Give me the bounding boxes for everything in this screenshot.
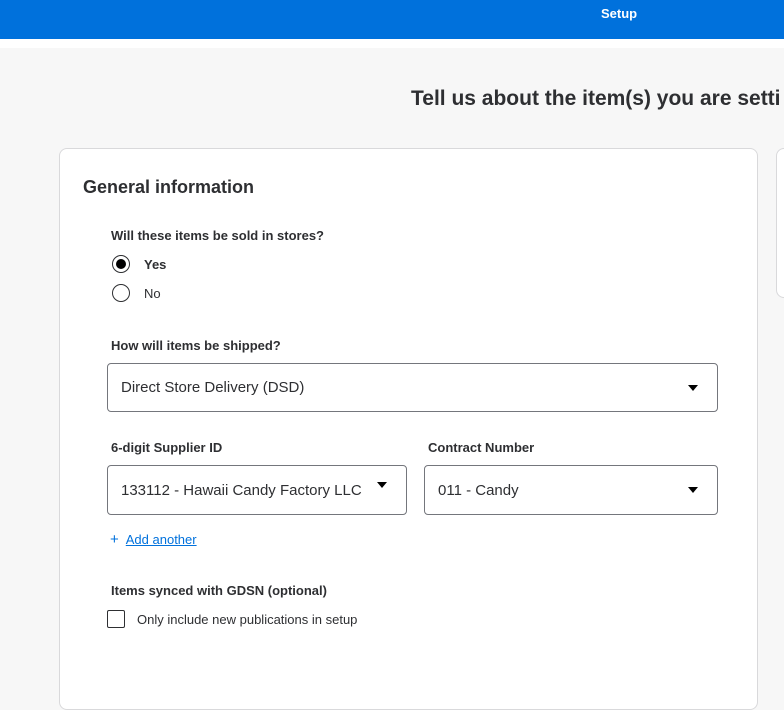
supplier-id-select[interactable]: 133112 - Hawaii Candy Factory LLC	[107, 465, 407, 515]
add-another-label[interactable]: Add another	[126, 532, 197, 547]
supplier-id-label: 6-digit Supplier ID	[111, 440, 223, 455]
contract-number-select[interactable]: 011 - Candy	[424, 465, 718, 515]
tab-setup[interactable]: Setup	[601, 6, 637, 21]
radio-selected-icon[interactable]	[112, 255, 130, 273]
checkbox-icon[interactable]	[107, 610, 125, 628]
gdsn-checkbox-label: Only include new publications in setup	[137, 611, 358, 627]
shipping-select-value: Direct Store Delivery (DSD)	[121, 379, 305, 396]
plus-icon: +	[110, 531, 119, 548]
radio-no[interactable]: No	[112, 283, 161, 303]
chevron-down-icon	[688, 487, 698, 493]
gdsn-checkbox-row[interactable]: Only include new publications in setup	[107, 610, 357, 628]
supplier-id-value: 133112 - Hawaii Candy Factory LLC	[121, 481, 362, 499]
radio-unselected-icon[interactable]	[112, 284, 130, 302]
chevron-down-icon	[688, 384, 698, 391]
contract-number-label: Contract Number	[428, 440, 535, 455]
page-title: Tell us about the item(s) you are setti	[411, 87, 781, 110]
radio-no-label: No	[144, 285, 161, 301]
top-nav-bar: Setup	[0, 0, 784, 39]
radio-yes-label: Yes	[144, 256, 167, 272]
chevron-down-icon	[377, 482, 387, 488]
contract-number-value: 011 - Candy	[438, 481, 519, 499]
shipping-select[interactable]: Direct Store Delivery (DSD)	[107, 363, 718, 412]
gdsn-label: Items synced with GDSN (optional)	[111, 583, 327, 598]
add-another-link[interactable]: + Add another	[110, 532, 197, 547]
sold-in-stores-label: Will these items be sold in stores?	[111, 228, 324, 243]
section-title: General information	[83, 177, 255, 197]
side-panel-card	[776, 148, 784, 298]
shipping-label: How will items be shipped?	[111, 338, 281, 353]
radio-yes[interactable]: Yes	[112, 254, 166, 274]
nav-divider	[0, 39, 784, 48]
